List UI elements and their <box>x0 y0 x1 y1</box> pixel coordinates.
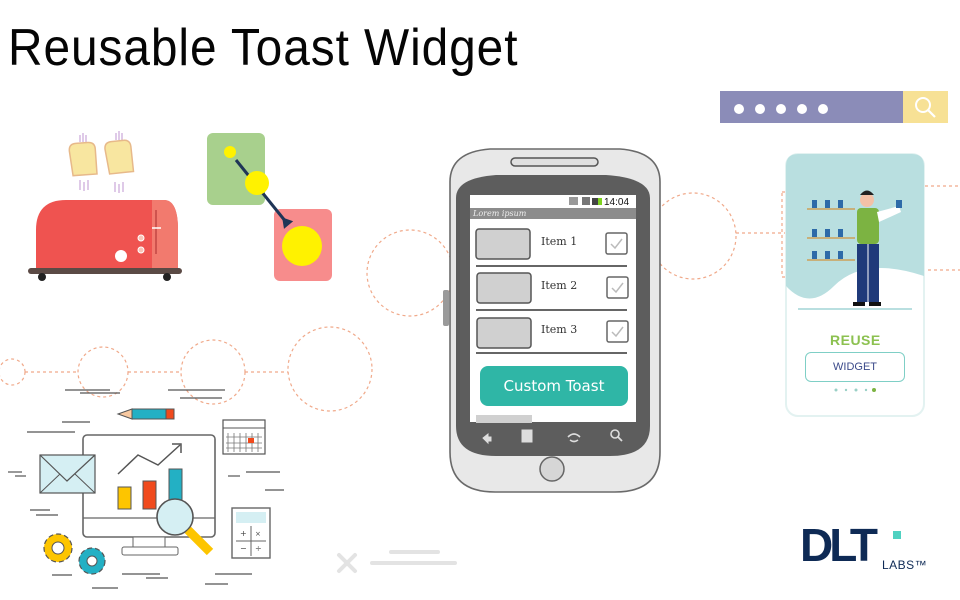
brand-logo-suffix: LABS™ <box>882 558 928 572</box>
svg-text:−: − <box>240 544 247 553</box>
gear-icon <box>43 533 106 575</box>
widget-button[interactable]: WIDGET <box>805 352 905 382</box>
brand-logo: DLT <box>800 519 878 571</box>
masked-char <box>818 104 828 114</box>
analytics-dashboard-illustration: + × − ÷ <box>8 389 284 589</box>
status-bar-time: 14:04 <box>604 197 630 208</box>
animation-transition-diagram <box>207 133 332 281</box>
calendar-icon <box>222 419 266 455</box>
close-icon <box>337 553 357 573</box>
calculator-icon: + × − ÷ <box>231 507 271 559</box>
search-button[interactable] <box>903 91 948 123</box>
list-item-label: Item 1 <box>541 235 578 248</box>
custom-toast[interactable]: Custom Toast <box>480 366 628 406</box>
masked-char <box>755 104 765 114</box>
app-bar-title: Lorem ipsum <box>473 209 527 218</box>
svg-text:÷: ÷ <box>255 544 262 553</box>
checkbox-icons <box>605 232 629 343</box>
svg-text:×: × <box>255 530 261 538</box>
svg-text:+: + <box>240 529 247 538</box>
menu-icon <box>521 429 533 443</box>
search-icon <box>915 97 936 118</box>
list-item-label: Item 2 <box>541 279 578 292</box>
logo-accent-mark <box>893 531 901 539</box>
pencil-icon <box>116 408 175 420</box>
onboarding-heading: REUSE <box>830 332 881 348</box>
masked-char <box>797 104 807 114</box>
list-item-label: Item 3 <box>541 323 578 336</box>
toast-slice-icon <box>68 139 135 177</box>
masked-char <box>734 104 744 114</box>
background-illustrations: + × − ÷ <box>0 131 960 589</box>
masked-char <box>776 104 786 114</box>
toaster-illustration <box>28 131 182 281</box>
envelope-icon <box>39 454 96 494</box>
